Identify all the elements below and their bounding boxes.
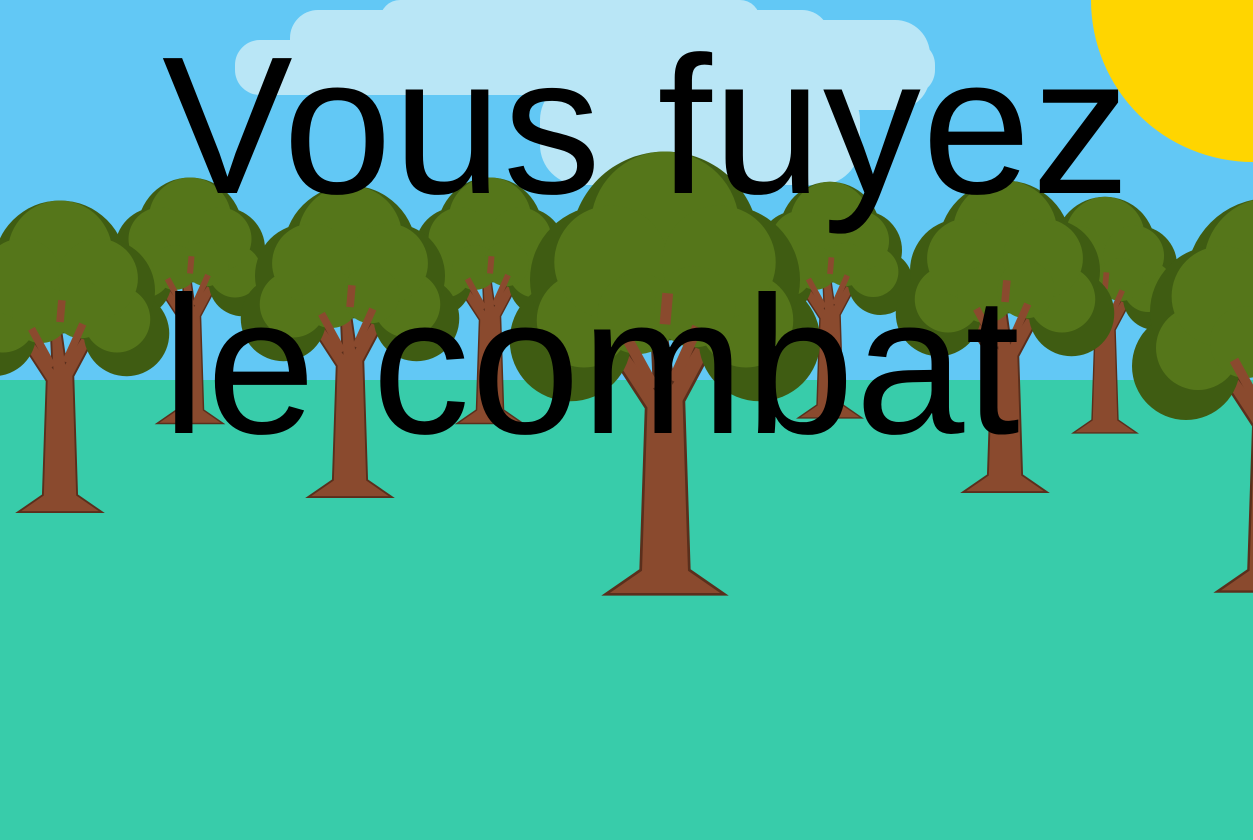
flee-message-line-2: le combat (162, 256, 1021, 475)
game-scene: Vous fuyez le combat (0, 0, 1253, 840)
flee-message-line-1: Vous fuyez (162, 16, 1131, 235)
